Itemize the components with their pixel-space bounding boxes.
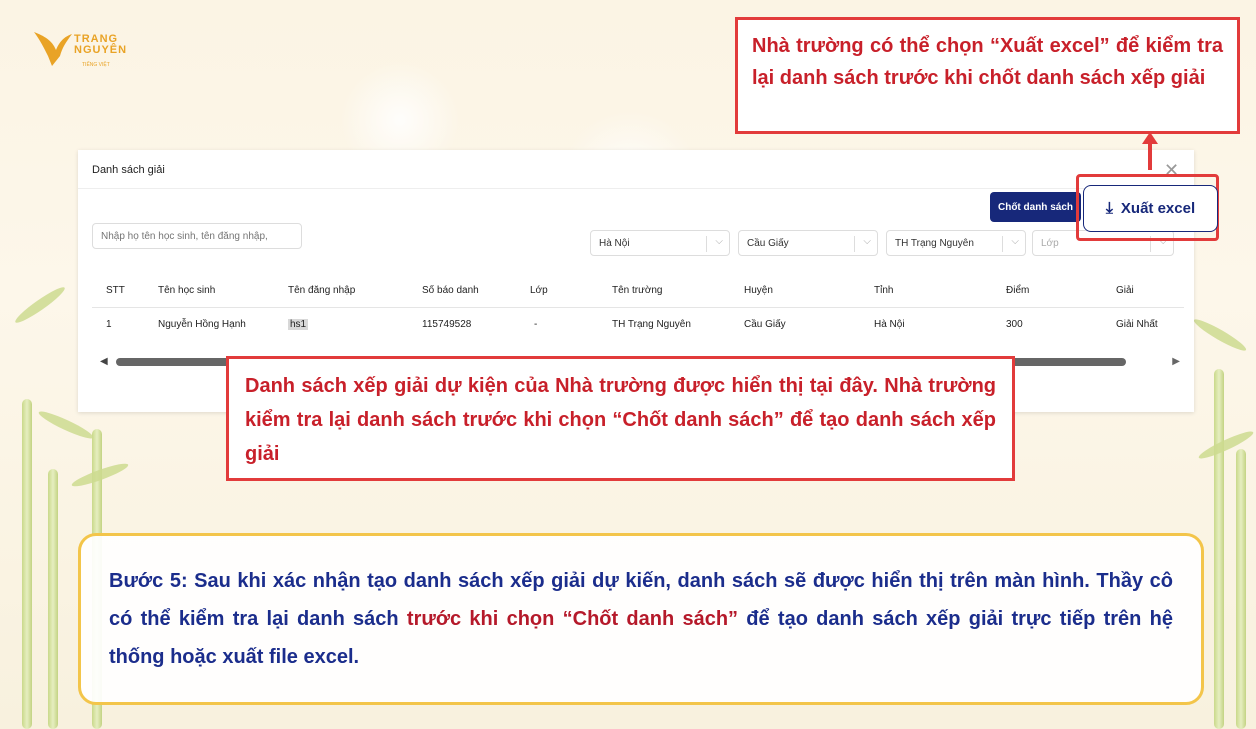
bamboo-decoration [22,399,32,729]
chevron-down-icon: ⌵ [715,236,723,247]
cell-award: Giải Nhất [1116,319,1158,330]
bamboo-decoration [48,469,58,729]
col-header: Tên học sinh [158,285,216,296]
export-excel-button[interactable]: ⤓ Xuất excel [1083,185,1218,232]
col-header: Số báo danh [422,285,479,296]
cell-student-name: Nguyễn Hồng Hạnh [158,319,246,330]
bamboo-decoration [1236,449,1246,729]
scroll-right-icon[interactable]: ▶ [1172,356,1180,367]
bamboo-leaf [1191,315,1249,355]
bamboo-leaf [1196,427,1256,463]
col-header: Tỉnh [874,285,894,296]
step-instruction: Bước 5: Sau khi xác nhận tạo danh sách x… [78,533,1204,705]
bamboo-leaf [36,407,96,443]
school-select-value: TH Trạng Nguyên [895,238,974,249]
chevron-down-icon: ⌵ [1011,236,1019,247]
province-select-value: Hà Nội [599,238,630,249]
bamboo-decoration [1214,369,1224,729]
col-header: Lớp [530,285,548,296]
col-header: Điểm [1006,285,1030,296]
divider [78,188,1194,189]
cell-score: 300 [1006,319,1023,330]
cell-province: Hà Nội [874,319,905,330]
finalize-list-button[interactable]: Chốt danh sách [990,192,1081,222]
cell-username: hs1 [288,319,309,330]
award-table: STT Tên học sinh Tên đăng nhập Số báo da… [92,274,1184,342]
table-header: STT Tên học sinh Tên đăng nhập Số báo da… [92,274,1184,308]
cell-school: TH Trạng Nguyên [612,319,691,330]
col-header: STT [106,285,125,296]
download-icon: ⤓ [1105,199,1113,217]
table-row[interactable]: 1 Nguyễn Hồng Hạnh hs1 115749528 - TH Tr… [92,308,1184,342]
col-header: Giải [1116,285,1134,296]
col-header: Huyện [744,285,773,296]
district-select-value: Cầu Giấy [747,238,789,249]
arrow-line [1148,142,1152,170]
district-select[interactable]: Cầu Giấy ⌵ [738,230,878,256]
export-excel-label: Xuất excel [1120,200,1196,217]
step-text-highlight: trước khi chọn “Chốt danh sách” [406,608,739,630]
logo-bird-icon [34,32,72,66]
school-select[interactable]: TH Trạng Nguyên ⌵ [886,230,1026,256]
province-select[interactable]: Hà Nội ⌵ [590,230,730,256]
logo-sub: TIẾNG VIỆT [82,62,110,68]
search-input[interactable] [92,223,302,249]
col-header: Tên trường [612,285,663,296]
chevron-down-icon: ⌵ [863,236,871,247]
callout-award-list: Danh sách xếp giải dự kiện của Nhà trườn… [226,356,1015,481]
logo-line2: NGUYÊN [74,44,128,56]
cell-district: Cầu Giấy [744,319,786,330]
bamboo-leaf [12,283,68,327]
modal-title: Danh sách giải [92,164,165,176]
col-header: Tên đăng nhập [288,285,356,296]
scroll-left-icon[interactable]: ◀ [100,356,108,367]
class-select-value: Lớp [1041,238,1059,249]
cell-candidate-number: 115749528 [422,319,472,330]
callout-export-excel: Nhà trường có thể chọn “Xuất excel” để k… [735,17,1240,134]
cell-class: - [534,319,538,330]
trang-nguyen-logo: TRANG NGUYÊN TIẾNG VIỆT [30,26,140,74]
cell-stt: 1 [106,319,112,330]
